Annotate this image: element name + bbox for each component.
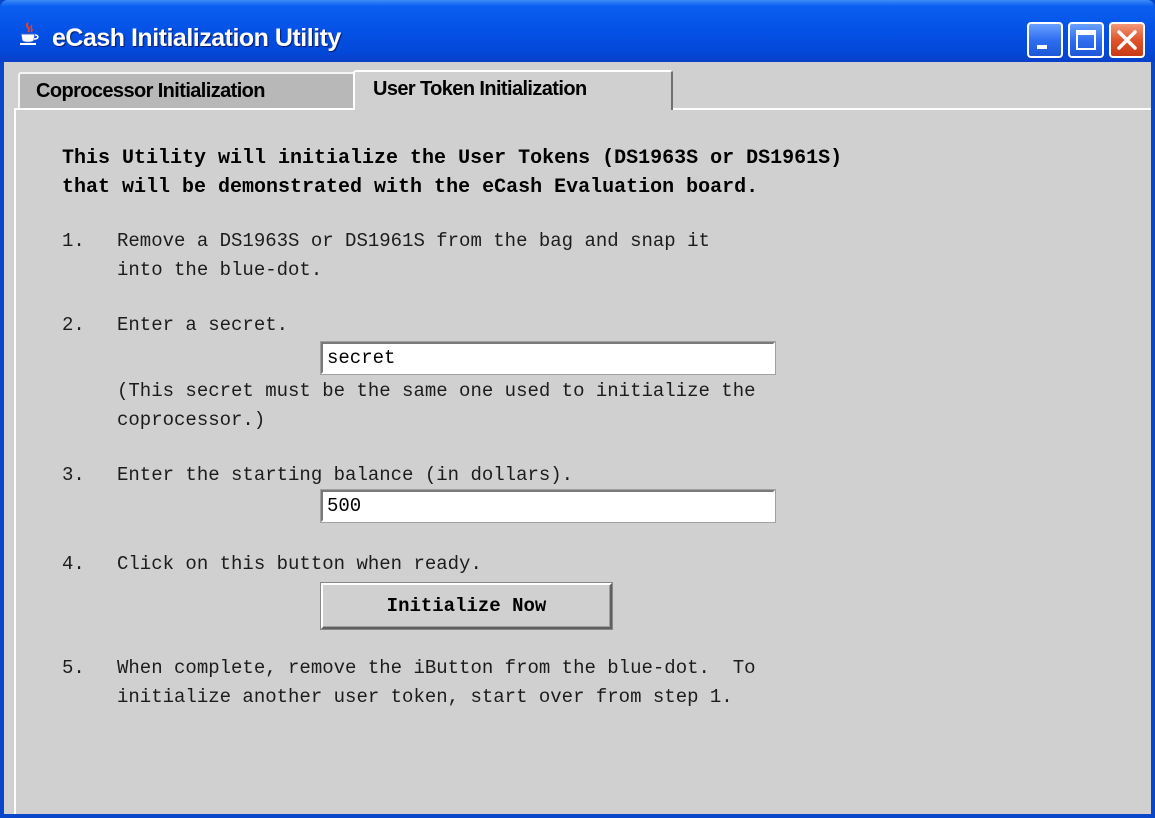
window-title: eCash Initialization Utility xyxy=(52,24,341,52)
panel-border xyxy=(14,108,16,814)
step-number: 4. xyxy=(62,553,85,575)
java-cup-icon xyxy=(18,22,40,46)
tab-user-token-initialization[interactable]: User Token Initialization xyxy=(353,70,673,110)
maximize-button[interactable] xyxy=(1068,22,1104,58)
minimize-icon xyxy=(1037,45,1047,49)
tab-strip: Coprocessor Initialization User Token In… xyxy=(4,62,1151,110)
instructions-heading-line-2: that will be demonstrated with the eCash… xyxy=(62,176,759,199)
app-window: eCash Initialization Utility Coprocessor… xyxy=(0,0,1155,818)
step-number: 3. xyxy=(62,464,85,486)
close-button[interactable] xyxy=(1109,22,1145,58)
client-area: Coprocessor Initialization User Token In… xyxy=(4,62,1151,814)
step-1-text-line-2: into the blue-dot. xyxy=(117,259,323,281)
step-2-note-line-1: (This secret must be the same one used t… xyxy=(117,380,756,402)
tab-label: User Token Initialization xyxy=(373,78,587,100)
initialize-now-button[interactable]: Initialize Now xyxy=(321,583,612,629)
step-number: 1. xyxy=(62,230,85,252)
tab-coprocessor-initialization[interactable]: Coprocessor Initialization xyxy=(18,72,358,110)
step-2-text: Enter a secret. xyxy=(117,314,289,336)
tab-divider xyxy=(14,108,355,110)
step-number: 2. xyxy=(62,314,85,336)
step-2-note-line-2: coprocessor.) xyxy=(117,409,266,431)
secret-input-value: secret xyxy=(327,347,396,369)
step-4-text: Click on this button when ready. xyxy=(117,553,482,575)
step-number: 5. xyxy=(62,657,85,679)
title-bar[interactable]: eCash Initialization Utility xyxy=(0,0,1155,62)
tab-divider xyxy=(673,108,1151,110)
tab-label: Coprocessor Initialization xyxy=(36,80,265,102)
secret-input[interactable]: secret xyxy=(320,341,776,375)
instructions-heading-line-1: This Utility will initialize the User To… xyxy=(62,147,843,170)
minimize-button[interactable] xyxy=(1027,22,1063,58)
step-3-text: Enter the starting balance (in dollars). xyxy=(117,464,574,486)
step-5-text-line-2: initialize another user token, start ove… xyxy=(117,686,733,708)
step-5-text-line-1: When complete, remove the iButton from t… xyxy=(117,657,756,679)
starting-balance-input[interactable]: 500 xyxy=(320,489,776,523)
balance-input-value: 500 xyxy=(327,495,362,517)
maximize-icon xyxy=(1076,30,1096,50)
close-icon xyxy=(1117,30,1137,50)
step-1-text-line-1: Remove a DS1963S or DS1961S from the bag… xyxy=(117,230,710,252)
